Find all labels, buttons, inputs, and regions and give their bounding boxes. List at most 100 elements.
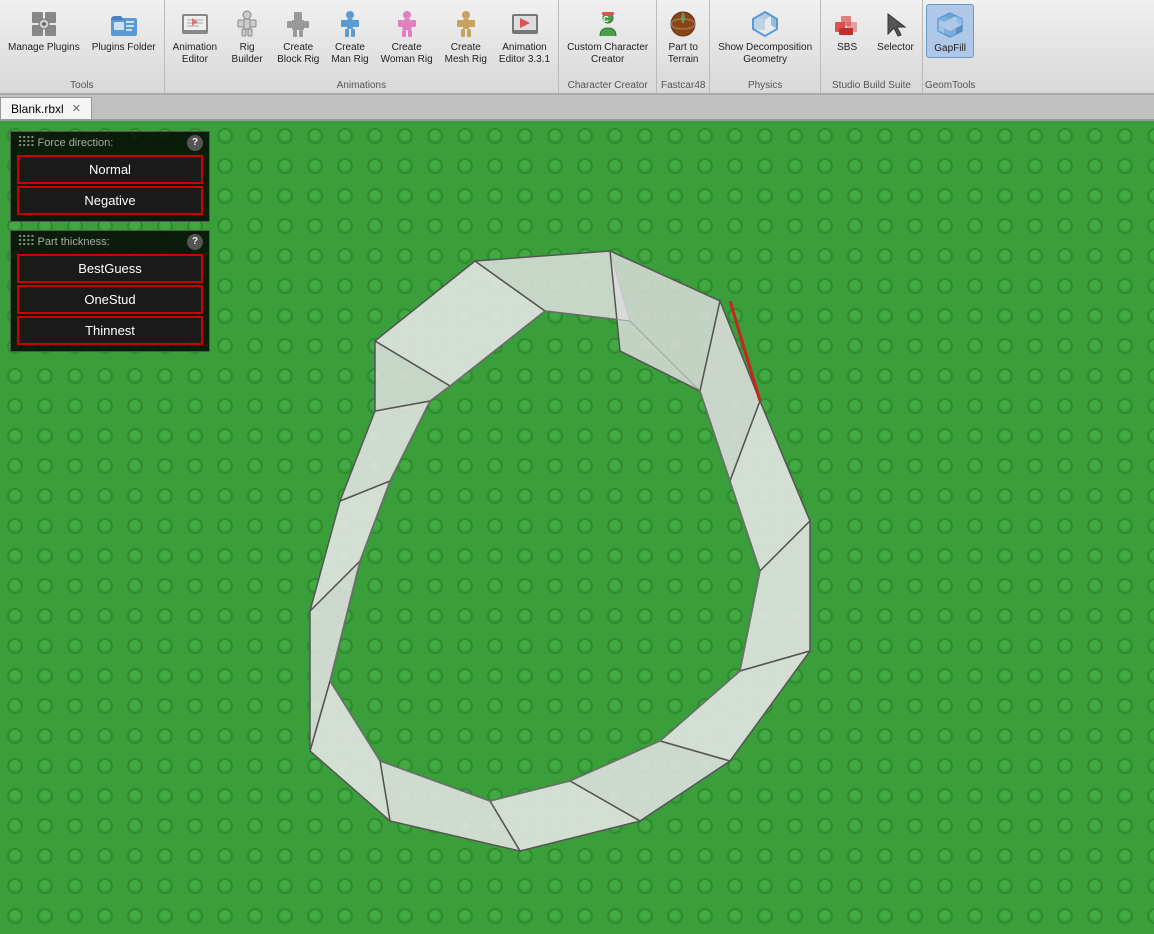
force-direction-help-button[interactable]: ? xyxy=(187,135,203,151)
tab-blank-rbxl-close[interactable]: ✕ xyxy=(72,102,81,115)
animation-editor-button[interactable]: AnimationEditor xyxy=(167,4,223,68)
fastcar48-group-wrap: Part toTerrain Fastcar48 xyxy=(659,0,707,93)
create-man-rig-button[interactable]: CreateMan Rig xyxy=(325,4,374,68)
tab-blank-rbxl[interactable]: Blank.rbxl ✕ xyxy=(0,97,92,119)
thinnest-button[interactable]: Thinnest xyxy=(17,316,203,345)
force-direction-drag-handle[interactable]: ⠿⠿ xyxy=(17,134,34,151)
part-to-terrain-icon xyxy=(667,8,699,40)
part-thickness-help-icon: ? xyxy=(192,236,198,247)
custom-character-creator-button[interactable]: C Custom CharacterCreator xyxy=(561,4,654,68)
part-thickness-help-button[interactable]: ? xyxy=(187,234,203,250)
create-man-rig-icon xyxy=(334,8,366,40)
create-block-rig-label: CreateBlock Rig xyxy=(277,42,319,66)
plugins-folder-label: Plugins Folder xyxy=(92,42,156,54)
plugins-folder-icon xyxy=(108,8,140,40)
part-thickness-drag-handle[interactable]: ⠿⠿ xyxy=(17,233,34,250)
force-direction-help-icon: ? xyxy=(192,137,198,148)
create-woman-rig-icon xyxy=(391,8,423,40)
gapfill-icon xyxy=(934,9,966,41)
rig-builder-label: RigBuilder xyxy=(232,42,263,66)
custom-character-creator-icon: C xyxy=(592,8,624,40)
character-creator-group-wrap: C Custom CharacterCreator Character Crea… xyxy=(561,0,654,93)
sbs-button[interactable]: SBS xyxy=(823,4,871,56)
selector-button[interactable]: Selector xyxy=(871,4,920,56)
animations-items: AnimationEditor RigBuilder xyxy=(167,0,556,80)
sbs-label: SBS xyxy=(837,42,857,54)
show-decomposition-geometry-button[interactable]: Show DecompositionGeometry xyxy=(712,4,818,68)
force-direction-header-left: ⠿⠿ Force direction: xyxy=(17,134,113,151)
create-block-rig-icon xyxy=(282,8,314,40)
geomtools-group-label: GeomTools xyxy=(925,80,976,93)
fastcar48-items: Part toTerrain xyxy=(659,0,707,80)
animation-editor-label: AnimationEditor xyxy=(173,42,217,66)
tools-items: Manage Plugins Plugins Folder xyxy=(2,0,162,80)
toolbar-group-fastcar48: Part toTerrain Fastcar48 xyxy=(657,0,710,93)
animation-editor-icon xyxy=(179,8,211,40)
svg-text:C: C xyxy=(603,15,609,24)
manage-plugins-label: Manage Plugins xyxy=(8,42,80,54)
gapfill-button[interactable]: GapFill xyxy=(926,4,974,58)
character-creator-group-label: Character Creator xyxy=(561,80,654,93)
toolbar-group-physics: Show DecompositionGeometry Physics xyxy=(710,0,821,93)
rig-builder-button[interactable]: RigBuilder xyxy=(223,4,271,68)
show-decomposition-geometry-label: Show DecompositionGeometry xyxy=(718,42,812,66)
studio-build-suite-group-label: Studio Build Suite xyxy=(823,80,920,93)
animations-group-wrap: AnimationEditor RigBuilder xyxy=(167,0,556,93)
create-mesh-rig-button[interactable]: CreateMesh Rig xyxy=(439,4,493,68)
geomtools-items: GapFill xyxy=(926,0,974,80)
show-decomposition-geometry-icon xyxy=(749,8,781,40)
force-direction-header: ⠿⠿ Force direction: ? xyxy=(11,132,209,153)
create-man-rig-label: CreateMan Rig xyxy=(331,42,368,66)
main-viewport: ⠿⠿ Force direction: ? Normal Negative ⠿⠿… xyxy=(0,121,1154,934)
gapfill-label: GapFill xyxy=(934,43,966,55)
sbs-icon xyxy=(831,8,863,40)
animations-group-label: Animations xyxy=(167,80,556,93)
tools-group-wrap: Manage Plugins Plugins Folder xyxy=(2,0,162,93)
tab-blank-rbxl-label: Blank.rbxl xyxy=(11,102,64,116)
manage-plugins-button[interactable]: Manage Plugins xyxy=(2,4,86,56)
selector-label: Selector xyxy=(877,42,914,54)
physics-group-wrap: Show DecompositionGeometry Physics xyxy=(712,0,818,93)
physics-group-label: Physics xyxy=(712,80,818,93)
manage-plugins-icon xyxy=(28,8,60,40)
force-direction-title: Force direction: xyxy=(38,137,114,149)
animation-editor-33-button[interactable]: AnimationEditor 3.3.1 xyxy=(493,4,556,68)
negative-button[interactable]: Negative xyxy=(17,186,203,215)
part-thickness-panel: ⠿⠿ Part thickness: ? BestGuess OneStud T… xyxy=(10,230,210,352)
panels-container: ⠿⠿ Force direction: ? Normal Negative ⠿⠿… xyxy=(10,131,210,352)
toolbar-group-geomtools: GapFill GeomTools xyxy=(923,0,978,93)
toolbar-group-tools: Manage Plugins Plugins Folder xyxy=(0,0,165,93)
toolbar-group-studio-build-suite: SBS Selector Studio Build Suite xyxy=(821,0,923,93)
rig-builder-icon xyxy=(231,8,263,40)
bestguess-button[interactable]: BestGuess xyxy=(17,254,203,283)
tabbar: Blank.rbxl ✕ xyxy=(0,95,1154,121)
fastcar48-group-label: Fastcar48 xyxy=(659,80,707,93)
create-block-rig-button[interactable]: CreateBlock Rig xyxy=(271,4,325,68)
tools-group-label: Tools xyxy=(2,80,162,93)
part-thickness-header: ⠿⠿ Part thickness: ? xyxy=(11,231,209,252)
character-creator-items: C Custom CharacterCreator xyxy=(561,0,654,80)
part-thickness-header-left: ⠿⠿ Part thickness: xyxy=(17,233,110,250)
studio-build-suite-group-wrap: SBS Selector Studio Build Suite xyxy=(823,0,920,93)
part-to-terrain-label: Part toTerrain xyxy=(668,42,699,66)
toolbar: Manage Plugins Plugins Folder xyxy=(0,0,1154,95)
create-woman-rig-button[interactable]: CreateWoman Rig xyxy=(375,4,439,68)
onestud-button[interactable]: OneStud xyxy=(17,285,203,314)
toolbar-group-character-creator: C Custom CharacterCreator Character Crea… xyxy=(559,0,657,93)
part-to-terrain-button[interactable]: Part toTerrain xyxy=(659,4,707,68)
create-mesh-rig-label: CreateMesh Rig xyxy=(445,42,487,66)
toolbar-group-animations: AnimationEditor RigBuilder xyxy=(165,0,559,93)
animation-editor-33-label: AnimationEditor 3.3.1 xyxy=(499,42,550,66)
plugins-folder-button[interactable]: Plugins Folder xyxy=(86,4,162,56)
geomtools-group-wrap: GapFill GeomTools xyxy=(925,0,976,93)
physics-items: Show DecompositionGeometry xyxy=(712,0,818,80)
create-woman-rig-label: CreateWoman Rig xyxy=(381,42,433,66)
create-mesh-rig-icon xyxy=(450,8,482,40)
studio-build-suite-items: SBS Selector xyxy=(823,0,920,80)
custom-character-creator-label: Custom CharacterCreator xyxy=(567,42,648,66)
normal-button[interactable]: Normal xyxy=(17,155,203,184)
selector-icon xyxy=(880,8,912,40)
part-thickness-title: Part thickness: xyxy=(38,236,110,248)
force-direction-panel: ⠿⠿ Force direction: ? Normal Negative xyxy=(10,131,210,222)
animation-editor-33-icon xyxy=(509,8,541,40)
